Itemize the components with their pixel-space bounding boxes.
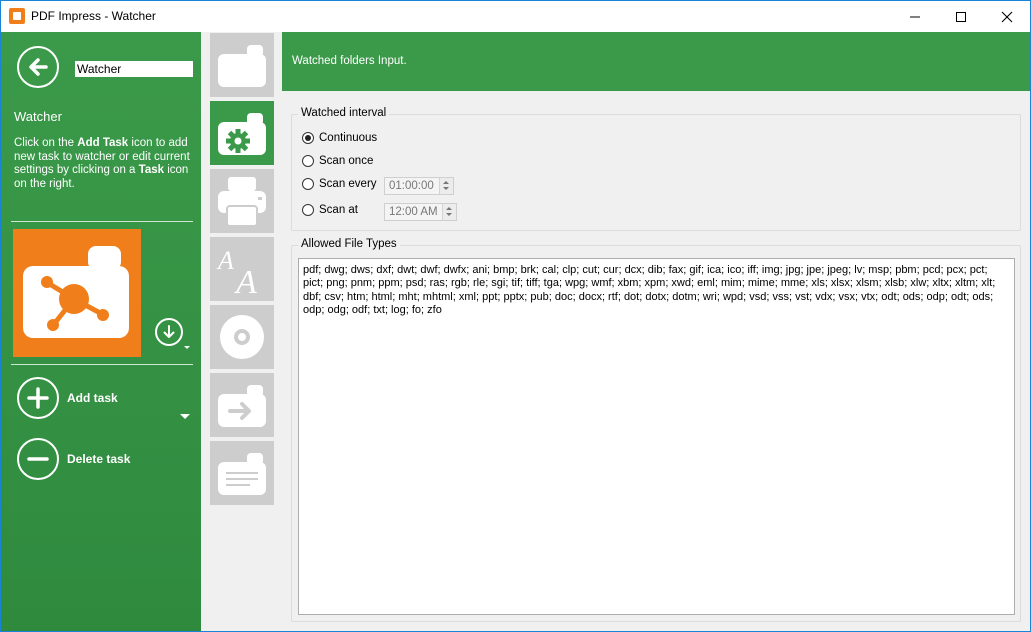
maximize-icon — [956, 11, 966, 22]
svg-text:A: A — [216, 246, 234, 275]
minimize-button[interactable] — [892, 1, 938, 32]
scan-at-value: 12:00 AM — [389, 206, 438, 218]
add-task-label[interactable]: Add task — [67, 391, 118, 405]
category-input-folder[interactable] — [210, 33, 274, 97]
radio-scan-at-label[interactable]: Scan at — [319, 204, 358, 216]
watcher-name-input[interactable] — [75, 61, 193, 77]
category-output-folder[interactable] — [210, 373, 274, 437]
radio-scan-every[interactable] — [302, 178, 314, 190]
minus-icon — [27, 457, 49, 461]
maximize-button[interactable] — [938, 1, 984, 32]
sidebar-divider — [11, 221, 193, 222]
printer-icon — [218, 177, 266, 227]
close-icon — [1001, 11, 1013, 22]
gear-folder-icon — [218, 113, 266, 155]
category-printer[interactable] — [210, 169, 274, 233]
scan-every-interval-spinner[interactable]: 01:00:00 — [384, 177, 454, 195]
arrow-left-icon — [29, 58, 48, 76]
download-dropdown-caret-icon[interactable] — [184, 346, 190, 349]
folder-icon — [218, 45, 266, 87]
delete-task-label[interactable]: Delete task — [67, 452, 130, 466]
watched-interval-legend: Watched interval — [298, 107, 390, 119]
arrow-down-icon — [163, 325, 175, 338]
sidebar-help-text: Click on the Add Task icon to add new ta… — [14, 137, 190, 190]
task-tile[interactable] — [13, 229, 141, 357]
settings-category-column: A A — [201, 32, 281, 631]
sidebar-title: Watcher — [14, 109, 62, 124]
category-disc[interactable] — [210, 305, 274, 369]
title-bar: PDF Impress - Watcher — [1, 1, 1030, 32]
sidebar-divider — [11, 364, 193, 365]
sidebar: Watcher Click on the Add Task icon to ad… — [1, 32, 201, 631]
spinner-arrows-icon[interactable] — [439, 178, 453, 194]
radio-scan-once[interactable] — [302, 155, 314, 167]
section-header: Watched folders Input. — [282, 32, 1030, 91]
category-fonts[interactable]: A A — [210, 237, 274, 301]
radio-scan-once-label[interactable]: Scan once — [319, 155, 373, 167]
download-button[interactable] — [155, 318, 183, 346]
allowed-file-types-textarea[interactable]: pdf; dwg; dws; dxf; dwt; dwf; dwfx; ani;… — [298, 258, 1015, 615]
radio-continuous-label[interactable]: Continuous — [319, 132, 377, 144]
delete-task-button[interactable] — [17, 438, 59, 480]
scan-every-value: 01:00:00 — [389, 180, 434, 192]
category-watch-settings[interactable] — [210, 101, 274, 165]
svg-text:A: A — [234, 264, 257, 297]
section-header-text: Watched folders Input. — [292, 55, 407, 67]
scan-at-time-spinner[interactable]: 12:00 AM — [384, 203, 457, 221]
category-document[interactable] — [210, 441, 274, 505]
allowed-file-types-legend: Allowed File Types — [298, 238, 400, 250]
task-network-icon — [23, 246, 129, 338]
add-task-dropdown-icon[interactable] — [180, 414, 190, 419]
back-button[interactable] — [17, 46, 59, 88]
font-icon: A A — [216, 246, 257, 297]
minimize-icon — [910, 16, 920, 17]
document-folder-icon — [218, 453, 266, 495]
app-window: PDF Impress - Watcher Watcher Click on t… — [0, 0, 1031, 632]
window-title: PDF Impress - Watcher — [31, 9, 156, 23]
add-task-button[interactable] — [17, 377, 59, 419]
disc-icon — [220, 315, 264, 359]
spinner-arrows-icon[interactable] — [442, 204, 456, 220]
plus-icon — [27, 387, 49, 409]
radio-scan-every-label[interactable]: Scan every — [319, 178, 377, 190]
radio-continuous[interactable] — [302, 132, 314, 144]
radio-scan-at[interactable] — [302, 204, 314, 216]
app-logo-icon — [9, 8, 25, 24]
close-button[interactable] — [984, 1, 1030, 32]
folder-arrow-icon — [218, 385, 266, 427]
